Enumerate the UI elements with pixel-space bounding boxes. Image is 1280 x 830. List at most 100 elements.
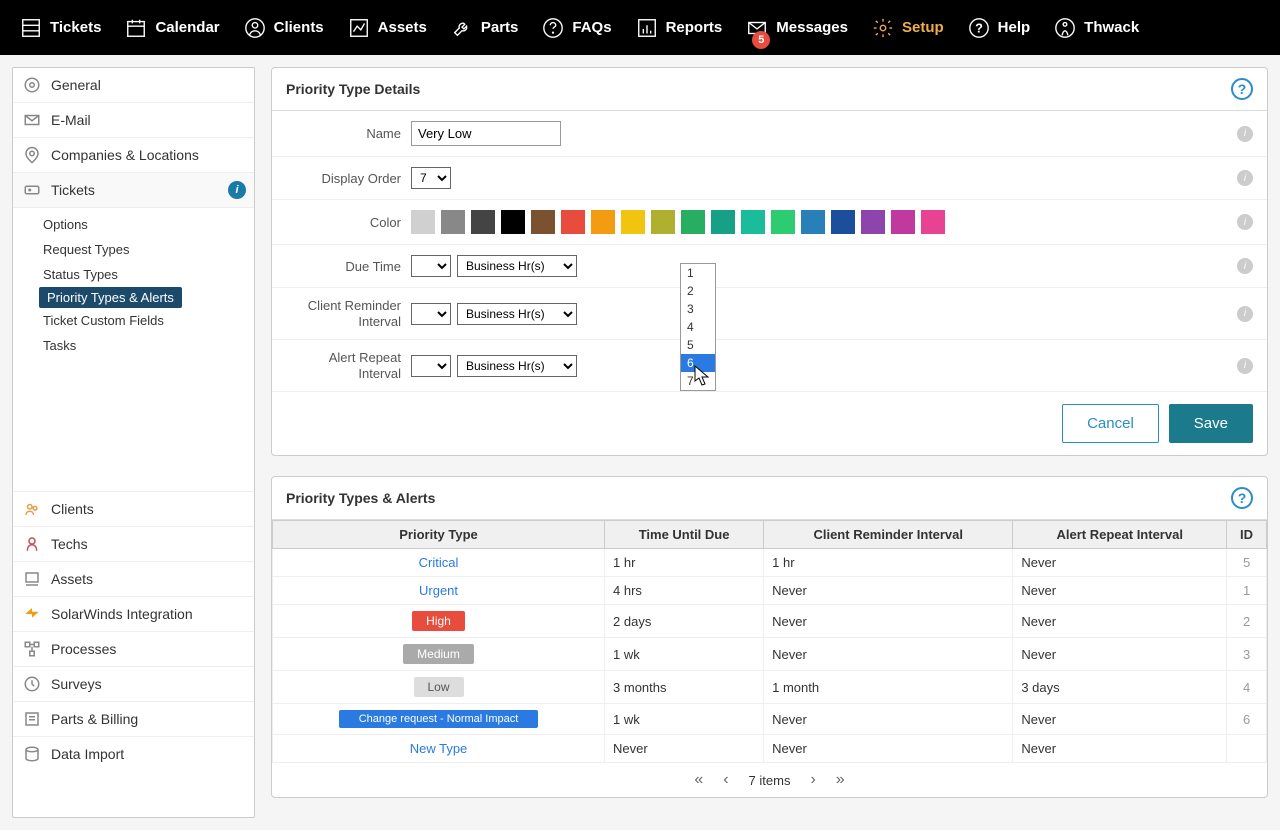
sidebar-surveys[interactable]: Surveys xyxy=(13,667,254,702)
sidebar-solarwinds[interactable]: SolarWinds Integration xyxy=(13,597,254,632)
color-swatch[interactable] xyxy=(501,210,525,234)
color-swatch[interactable] xyxy=(441,210,465,234)
color-swatch[interactable] xyxy=(801,210,825,234)
nav-calendar[interactable]: Calendar xyxy=(113,0,231,55)
table-row[interactable]: Low3 months1 month3 days4 xyxy=(273,671,1267,704)
sidebar-tickets[interactable]: Ticketsi xyxy=(13,173,254,208)
color-swatch[interactable] xyxy=(591,210,615,234)
detail-title: Priority Type Details xyxy=(286,81,420,97)
sidebar-processes[interactable]: Processes xyxy=(13,632,254,667)
sub-tasks[interactable]: Tasks xyxy=(13,333,254,358)
table-row[interactable]: Urgent4 hrsNeverNever1 xyxy=(273,577,1267,605)
nav-parts[interactable]: Parts xyxy=(439,0,531,55)
color-swatch[interactable] xyxy=(681,210,705,234)
sub-custom-fields[interactable]: Ticket Custom Fields xyxy=(13,308,254,333)
dropdown-option[interactable]: 6 xyxy=(681,354,715,372)
cancel-button[interactable]: Cancel xyxy=(1062,404,1159,443)
name-input[interactable] xyxy=(411,121,561,146)
sidebar-assets[interactable]: Assets xyxy=(13,562,254,597)
color-swatch[interactable] xyxy=(921,210,945,234)
color-swatch[interactable] xyxy=(621,210,645,234)
display-order-select[interactable]: 7 xyxy=(411,167,451,189)
color-swatch[interactable] xyxy=(831,210,855,234)
sidebar-techs[interactable]: Techs xyxy=(13,527,254,562)
nav-reports[interactable]: Reports xyxy=(624,0,735,55)
table-row[interactable]: New TypeNeverNeverNever xyxy=(273,735,1267,763)
sub-options[interactable]: Options xyxy=(13,212,254,237)
color-swatch[interactable] xyxy=(741,210,765,234)
pager: « ‹ 7 items › » xyxy=(272,763,1267,797)
person-icon xyxy=(244,17,266,39)
help-icon[interactable]: ? xyxy=(1231,78,1253,100)
gear-icon xyxy=(872,17,894,39)
sidebar-companies[interactable]: Companies & Locations xyxy=(13,138,254,173)
color-swatch[interactable] xyxy=(471,210,495,234)
pager-last[interactable]: » xyxy=(836,771,845,789)
info-icon[interactable]: i xyxy=(1237,214,1253,230)
dropdown-option[interactable]: 1 xyxy=(681,264,715,282)
reminder-unit-select[interactable]: Business Hr(s) xyxy=(457,303,577,325)
asset-icon xyxy=(23,570,41,588)
info-icon[interactable]: i xyxy=(1237,306,1253,322)
color-swatch[interactable] xyxy=(711,210,735,234)
due-value-select[interactable] xyxy=(411,255,451,277)
wrench-icon xyxy=(451,17,473,39)
alert-value-select[interactable] xyxy=(411,355,451,377)
table-row[interactable]: Medium1 wkNeverNever3 xyxy=(273,638,1267,671)
dropdown-option[interactable]: 4 xyxy=(681,318,715,336)
color-swatch[interactable] xyxy=(651,210,675,234)
sub-status-types[interactable]: Status Types xyxy=(13,262,254,287)
dropdown-option[interactable]: 5 xyxy=(681,336,715,354)
due-unit-select[interactable]: Business Hr(s) xyxy=(457,255,577,277)
color-swatch[interactable] xyxy=(531,210,555,234)
sub-priority-types[interactable]: Priority Types & Alerts xyxy=(39,287,182,308)
survey-icon xyxy=(23,675,41,693)
reminder-value-select[interactable] xyxy=(411,303,451,325)
chart-icon xyxy=(348,17,370,39)
table-header: Time Until Due xyxy=(605,521,764,549)
sidebar-clients[interactable]: Clients xyxy=(13,492,254,527)
color-swatch[interactable] xyxy=(771,210,795,234)
table-row[interactable]: Critical1 hr1 hrNever5 xyxy=(273,549,1267,577)
info-icon[interactable]: i xyxy=(1237,358,1253,374)
alert-unit-select[interactable]: Business Hr(s) xyxy=(457,355,577,377)
pager-first[interactable]: « xyxy=(694,771,703,789)
info-icon[interactable]: i xyxy=(228,181,246,199)
pager-next[interactable]: › xyxy=(810,771,815,789)
color-swatch[interactable] xyxy=(561,210,585,234)
nav-tickets[interactable]: Tickets xyxy=(8,0,113,55)
alert-label: Alert RepeatInterval xyxy=(286,350,401,381)
nav-thwack[interactable]: Thwack xyxy=(1042,0,1151,55)
people-icon xyxy=(23,500,41,518)
help-icon[interactable]: ? xyxy=(1231,487,1253,509)
nav-help[interactable]: ?Help xyxy=(956,0,1043,55)
info-icon[interactable]: i xyxy=(1237,170,1253,186)
color-swatch[interactable] xyxy=(861,210,885,234)
sub-request-types[interactable]: Request Types xyxy=(13,237,254,262)
list-title: Priority Types & Alerts xyxy=(286,490,435,506)
bars-icon xyxy=(636,17,658,39)
nav-messages[interactable]: Messages5 xyxy=(734,0,860,55)
nav-faqs[interactable]: FAQs xyxy=(530,0,623,55)
sidebar-general[interactable]: General xyxy=(13,68,254,103)
reminder-label: Client ReminderInterval xyxy=(286,298,401,329)
nav-assets[interactable]: Assets xyxy=(336,0,439,55)
nav-clients[interactable]: Clients xyxy=(232,0,336,55)
table-row[interactable]: Change request - Normal Impact1 wkNeverN… xyxy=(273,704,1267,735)
sidebar-data-import[interactable]: Data Import xyxy=(13,737,254,771)
info-icon[interactable]: i xyxy=(1237,258,1253,274)
dropdown-option[interactable]: 7 xyxy=(681,372,715,390)
color-swatch[interactable] xyxy=(411,210,435,234)
location-icon xyxy=(23,146,41,164)
info-icon[interactable]: i xyxy=(1237,126,1253,142)
pager-prev[interactable]: ‹ xyxy=(723,771,728,789)
nav-setup[interactable]: Setup xyxy=(860,0,956,55)
dropdown-option[interactable]: 3 xyxy=(681,300,715,318)
color-swatch[interactable] xyxy=(891,210,915,234)
question-icon xyxy=(542,17,564,39)
sidebar-email[interactable]: E-Mail xyxy=(13,103,254,138)
table-row[interactable]: High2 daysNeverNever2 xyxy=(273,605,1267,638)
billing-icon xyxy=(23,710,41,728)
save-button[interactable]: Save xyxy=(1169,404,1253,443)
dropdown-option[interactable]: 2 xyxy=(681,282,715,300)
